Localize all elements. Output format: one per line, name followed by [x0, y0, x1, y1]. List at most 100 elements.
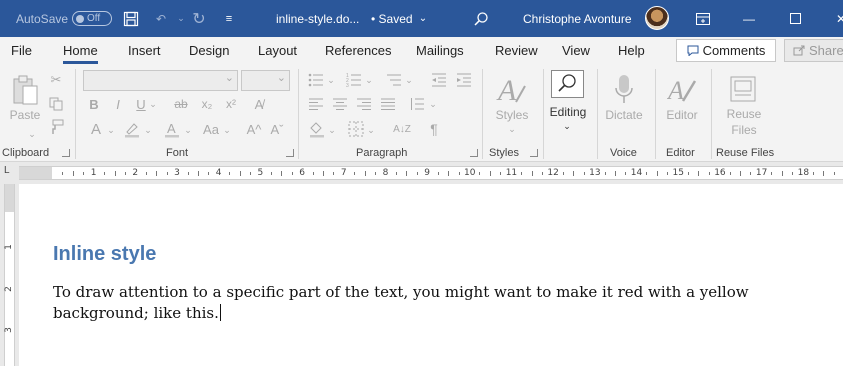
clear-formatting-icon[interactable]: A̸	[250, 95, 268, 113]
font-size-combo[interactable]	[241, 70, 290, 91]
tab-layout[interactable]: Layout	[258, 43, 297, 58]
tab-mailings[interactable]: Mailings	[416, 43, 464, 58]
borders-icon[interactable]	[346, 119, 366, 139]
customize-toolbar-icon[interactable]: ≡	[218, 0, 240, 37]
bold-icon[interactable]: B	[86, 95, 102, 113]
shading-icon[interactable]	[307, 119, 327, 139]
numbering-chevron-down-icon[interactable]: ⌄	[364, 73, 374, 87]
clipboard-launcher-icon[interactable]	[62, 149, 70, 157]
font-color-icon[interactable]: A	[162, 119, 182, 139]
text-effects-chevron-down-icon[interactable]: ⌄	[106, 121, 116, 139]
paragraph-launcher-icon[interactable]	[470, 149, 478, 157]
ruler-tick	[62, 172, 64, 175]
undo-icon[interactable]: ↶	[150, 0, 172, 37]
shading-chevron-down-icon[interactable]: ⌄	[327, 121, 337, 139]
tab-file[interactable]: File	[11, 43, 32, 58]
horizontal-ruler[interactable]: 1 2 3 4 5 6 7 8 9 10 11 12 13 14 15 16 17 18	[19, 166, 843, 180]
save-icon[interactable]	[120, 0, 142, 37]
user-name[interactable]: Christophe Avonture	[523, 0, 632, 37]
tab-insert[interactable]: Insert	[128, 43, 161, 58]
multilevel-list-icon[interactable]	[385, 71, 403, 89]
superscript-icon[interactable]: x²	[222, 95, 240, 113]
numbering-icon[interactable]: 123	[345, 71, 363, 89]
styles-launcher-icon[interactable]	[530, 149, 538, 157]
document-page[interactable]: Inline style To draw attention to a spec…	[19, 184, 843, 366]
editing-label[interactable]: Editing	[545, 105, 591, 119]
font-launcher-icon[interactable]	[286, 149, 294, 157]
ribbon-separator	[543, 69, 544, 159]
bullets-chevron-down-icon[interactable]: ⌄	[326, 73, 336, 87]
title-chevron-down-icon[interactable]: ⌄	[412, 0, 434, 37]
highlight-chevron-down-icon[interactable]: ⌄	[143, 121, 153, 139]
editing-button-frame[interactable]	[551, 70, 584, 98]
shrink-font-icon[interactable]: Aˇ	[268, 119, 286, 139]
ruler-tick	[364, 171, 366, 176]
cut-icon[interactable]: ✂	[47, 71, 65, 89]
change-case-chevron-down-icon[interactable]: ⌄	[222, 121, 232, 139]
tab-references[interactable]: References	[325, 43, 391, 58]
close-icon[interactable]: ✕	[818, 0, 843, 37]
tab-view[interactable]: View	[562, 43, 590, 58]
tab-help[interactable]: Help	[618, 43, 645, 58]
underline-icon[interactable]: U	[133, 95, 149, 113]
editing-chevron-down-icon[interactable]: ⌄	[562, 120, 572, 132]
line-spacing-chevron-down-icon[interactable]: ⌄	[428, 97, 438, 111]
document-heading[interactable]: Inline style	[53, 243, 156, 266]
borders-chevron-down-icon[interactable]: ⌄	[366, 121, 376, 139]
decrease-indent-icon[interactable]	[430, 71, 448, 89]
tab-design[interactable]: Design	[189, 43, 229, 58]
search-icon[interactable]	[470, 0, 492, 37]
increase-indent-icon[interactable]	[455, 71, 473, 89]
align-center-icon[interactable]	[332, 95, 348, 113]
font-color-chevron-down-icon[interactable]: ⌄	[183, 121, 193, 139]
paste-chevron-down-icon[interactable]: ⌄	[27, 129, 37, 139]
ruler-tick	[197, 171, 199, 176]
align-right-icon[interactable]	[356, 95, 372, 113]
ruler-tick	[833, 172, 835, 175]
editor-icon[interactable]: A	[666, 71, 698, 107]
text-effects-icon[interactable]: A	[86, 119, 106, 139]
multilevel-chevron-down-icon[interactable]: ⌄	[404, 73, 414, 87]
paste-label: Paste	[9, 108, 41, 122]
ribbon-display-icon[interactable]	[680, 0, 726, 37]
ruler-tick	[708, 172, 710, 175]
show-formatting-icon[interactable]: ¶	[425, 119, 443, 139]
subscript-icon[interactable]: x₂	[198, 95, 216, 113]
justify-icon[interactable]	[380, 95, 396, 113]
styles-chevron-down-icon[interactable]: ⌄	[507, 123, 517, 135]
strikethrough-icon[interactable]: ab	[172, 95, 190, 113]
tab-home[interactable]: Home	[63, 43, 98, 64]
maximize-icon[interactable]	[772, 0, 818, 37]
tab-review[interactable]: Review	[495, 43, 538, 58]
line-spacing-icon[interactable]	[408, 95, 426, 113]
minimize-icon[interactable]: —	[726, 0, 772, 37]
sort-icon[interactable]: A↓Z	[392, 119, 412, 139]
italic-icon[interactable]: I	[110, 95, 126, 113]
copy-icon[interactable]	[47, 95, 65, 113]
document-paragraph[interactable]: To draw attention to a specific part of …	[53, 282, 813, 324]
paste-icon[interactable]	[10, 73, 40, 107]
avatar[interactable]	[645, 6, 669, 30]
ruler-tick	[604, 172, 606, 175]
bullets-icon[interactable]	[307, 71, 325, 89]
document-title[interactable]: inline-style.do...	[276, 0, 359, 37]
change-case-icon[interactable]: Aa	[200, 119, 222, 139]
align-left-icon[interactable]	[308, 95, 324, 113]
font-name-combo[interactable]	[83, 70, 238, 91]
grow-font-icon[interactable]: A^	[245, 119, 263, 139]
share-button[interactable]: Share	[784, 39, 843, 62]
vertical-ruler[interactable]: 1 2 3	[0, 184, 19, 366]
font-group-label: Font	[166, 147, 189, 159]
microphone-icon[interactable]	[612, 71, 636, 107]
autosave-toggle[interactable]: Off	[72, 11, 112, 26]
format-painter-icon[interactable]	[47, 118, 65, 136]
underline-chevron-down-icon[interactable]: ⌄	[148, 95, 158, 113]
styles-icon[interactable]: A	[495, 71, 529, 107]
reuse-files-icon[interactable]	[728, 73, 758, 105]
redo-icon[interactable]: ↻	[188, 0, 210, 37]
save-status[interactable]: • Saved	[371, 0, 413, 37]
comments-button[interactable]: Comments	[676, 39, 776, 62]
tab-selector-icon[interactable]: L	[4, 165, 10, 176]
highlight-icon[interactable]	[122, 119, 142, 139]
menu-bar: File Home Insert Design Layout Reference…	[0, 37, 843, 65]
